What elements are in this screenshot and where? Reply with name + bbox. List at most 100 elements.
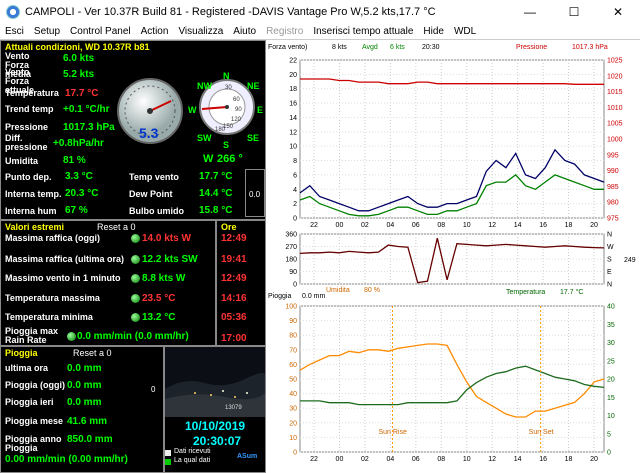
y2-tick-label: 990 [607, 168, 619, 175]
vento-attuale-value: 5.2 kts [63, 69, 95, 80]
y-tick-label: 100 [285, 304, 297, 311]
y2-tick-label: 1025 [607, 58, 623, 65]
extreme-value: 0.0 mm/min (0.0 mm/hr) [77, 331, 189, 342]
y-tick-label: 80 [289, 333, 297, 340]
x-tick-label: 12 [488, 222, 496, 229]
menu-setup[interactable]: Setup [29, 26, 65, 37]
y-tick-label: 8 [293, 158, 297, 165]
pressione-value: 1017.3 hPa [63, 122, 115, 133]
x-tick-label: 10 [463, 456, 471, 463]
extremes-panel: Valori estremi Reset a 0 Massima raffica… [0, 220, 216, 346]
y-tick-label: 360 [285, 232, 297, 239]
menu-wdl[interactable]: WDL [449, 26, 481, 37]
x-tick-label: 18 [565, 222, 573, 229]
extreme-label: Temperatura minima [5, 312, 93, 322]
webcam-time: 20:30:07 [193, 434, 242, 448]
graphs-area: 22 00 02 04 06 08 10 12 14 16 18 202220181614121086… [266, 40, 640, 473]
rain-label: ultima ora [5, 363, 49, 373]
rain-value: 41.6 mm [67, 416, 108, 427]
x-tick-label: 14 [514, 456, 522, 463]
ore-panel: Ore 12:49 19:41 12:49 14:16 05:36 17:00 [216, 220, 266, 346]
rain-panel: Pioggia Reset a 0 ultima ora 0.0 mm Pioggi… [0, 346, 164, 473]
side-gauge: 0.0 [245, 169, 265, 217]
close-button[interactable]: ✕ [596, 5, 640, 19]
app-icon [6, 5, 20, 19]
title-bar: CAMPOLI - Ver 10.37R Build 81 - Register… [0, 0, 640, 24]
menu-hide[interactable]: Hide [418, 26, 449, 37]
y-tick-label: 0 [293, 216, 297, 223]
x-tick-label: 02 [361, 222, 369, 229]
legend-quality-swatch [165, 459, 171, 465]
y2-tick-label: 0 [607, 450, 611, 457]
chart1-pressure-label: Pressione [516, 44, 547, 51]
interna-hum-label: Interna hum [5, 206, 57, 216]
y-tick-label: 180 [285, 257, 297, 264]
y2-tick-label: 985 [607, 184, 619, 191]
asum-logo: ASum [237, 453, 258, 460]
maximize-button[interactable]: ☐ [552, 5, 596, 19]
rain-label: Pioggia ieri [5, 397, 54, 407]
y-tick-label: 6 [293, 172, 297, 179]
extreme-indicator [67, 332, 76, 341]
extreme-indicator [131, 313, 140, 322]
compass-sw: SW [197, 133, 212, 143]
extreme-value: 8.8 kts W [142, 273, 186, 284]
rain-header: Pioggia [5, 348, 38, 358]
interna-temp-label: Interna temp. [5, 189, 62, 199]
rain-reset[interactable]: Reset a 0 [73, 348, 112, 358]
x-tick-label: 22 [310, 222, 318, 229]
y-tick-label: 0 [293, 450, 297, 457]
y-tick-label: 90 [289, 318, 297, 325]
compass-nw: NW [197, 81, 212, 91]
sunrise-label: Sun Rise [378, 429, 407, 436]
rain-value: 850.0 mm [67, 434, 113, 445]
umidita-value: 81 % [63, 155, 86, 166]
extremes-reset[interactable]: Reset a 0 [97, 222, 136, 232]
y-tick-label: 14 [289, 115, 297, 122]
x-tick-label: 22 [310, 456, 318, 463]
menu-esci[interactable]: Esci [0, 26, 29, 37]
compass-s: S [223, 140, 230, 150]
minimize-button[interactable]: — [508, 5, 552, 19]
legend-quality: La qual dati [174, 457, 211, 464]
y2-tick-label: 975 [607, 216, 619, 223]
extreme-value: 13.2 °C [142, 312, 176, 323]
y-tick-label: 60 [289, 362, 297, 369]
menu-visualizza[interactable]: Visualizza [173, 26, 228, 37]
menu-action[interactable]: Action [136, 26, 174, 37]
compass-e: E [257, 105, 264, 115]
webcam-date: 10/10/2019 [185, 419, 246, 433]
compass-tick-30: 30 [225, 85, 232, 91]
menu-control-panel[interactable]: Control Panel [65, 26, 136, 37]
chart1-left-label: Forza vento) [268, 44, 307, 51]
x-tick-label: 08 [437, 222, 445, 229]
y2-tick-label: 15 [607, 395, 615, 402]
interna-temp-value: 20.3 °C [65, 188, 99, 199]
compass-tick-180: 180 [215, 127, 226, 133]
extreme-value: 23.5 °C [142, 293, 176, 304]
menu-inserisci-tempo[interactable]: Inserisci tempo attuale [308, 26, 418, 37]
y-tick-label: 10 [289, 144, 297, 151]
chart3-pioggia-label: Pioggia [268, 293, 291, 300]
rain-rate-value: 0.00 mm/min (0.00 mm/hr) [5, 454, 128, 465]
y2-tick-label: 1000 [607, 137, 623, 144]
temp-vento-value: 17.7 °C [199, 171, 233, 182]
x-tick-label: 20 [590, 222, 598, 229]
chart1-avgd: Avgd [362, 44, 378, 51]
extreme-indicator [131, 234, 140, 243]
x-tick-label: 10 [463, 222, 471, 229]
menu-registro[interactable]: Registro [261, 26, 308, 37]
y2-tick-label: 1005 [607, 121, 623, 128]
y-tick-label: 18 [289, 86, 297, 93]
y2-tick-label: 980 [607, 200, 619, 207]
x-tick-label: 12 [488, 456, 496, 463]
chart1-pressure-value: 1017.3 hPa [572, 44, 608, 51]
extreme-label: Temperatura massima [5, 293, 100, 303]
y-tick-label: 22 [289, 58, 297, 65]
side-gauge-value: 0.0 [249, 190, 261, 199]
menu-aiuto[interactable]: Aiuto [228, 26, 261, 37]
temp-vento-label: Temp vento [129, 172, 179, 182]
pressione-label: Pressione [5, 122, 49, 132]
extreme-indicator [131, 294, 140, 303]
x-tick-label: 02 [361, 456, 369, 463]
